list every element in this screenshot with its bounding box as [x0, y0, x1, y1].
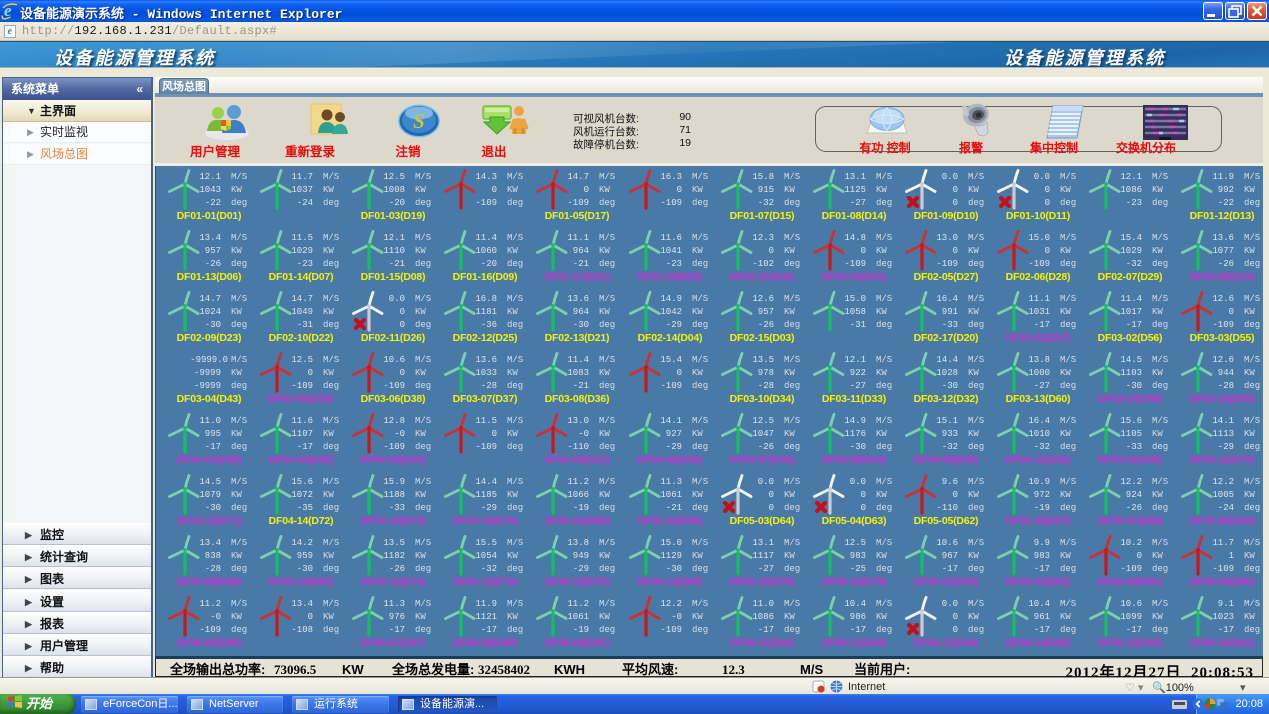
svg-text:S: S — [413, 109, 425, 133]
